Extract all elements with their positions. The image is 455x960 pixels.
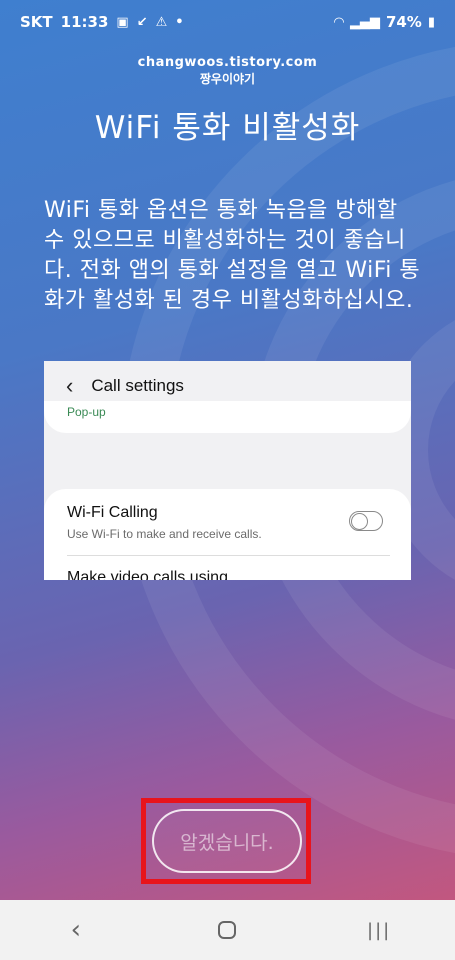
wifi-icon: ◠: [333, 14, 344, 30]
preview-wifi-calling-title: Wi-Fi Calling: [67, 504, 158, 521]
signal-icon: ▂▄▆: [349, 14, 380, 30]
nav-home-button[interactable]: [197, 910, 257, 950]
back-icon: ‹: [70, 915, 82, 945]
status-bar: SKT 11:33 ▣ ↙ ⚠ • ◠ ▂▄▆ 74% ▮: [0, 0, 455, 44]
missed-call-icon: ↙: [136, 14, 148, 30]
preview-popup-label: Pop-up: [67, 405, 106, 419]
battery-icon: ▮: [427, 14, 435, 30]
divider: [67, 555, 390, 556]
page-title: WiFi 통화 비활성화: [94, 110, 361, 146]
preview-wifi-calling-toggle: [349, 511, 383, 531]
call-settings-preview-image: ‹ Call settings Pop-up Wi-Fi Calling Use…: [44, 361, 411, 580]
navigation-bar: ‹ |||: [0, 900, 455, 960]
watermark-site: changwoos.tistory.com: [137, 55, 318, 70]
nav-back-button[interactable]: ‹: [46, 910, 106, 950]
nav-recent-button[interactable]: |||: [349, 910, 409, 950]
preview-next-item: Make video calls using: [67, 569, 228, 580]
preview-wifi-calling-subtitle: Use Wi-Fi to make and receive calls.: [67, 527, 262, 541]
clock: 11:33: [60, 13, 109, 31]
home-icon: [218, 921, 237, 939]
watermark-name: 짱우이야기: [199, 72, 256, 86]
ok-button[interactable]: 알겠습니다.: [152, 809, 302, 873]
back-arrow-icon: ‹: [66, 373, 74, 398]
description-text: WiFi 통화 옵션은 통화 녹음을 방해할 수 있으므로 비활성화하는 것이 …: [44, 198, 421, 313]
preview-header-title: Call settings: [91, 376, 184, 395]
warning-icon: ⚠: [155, 14, 168, 30]
dot-icon: •: [175, 14, 184, 30]
battery-level: 74%: [385, 13, 422, 31]
onboarding-screen: SKT 11:33 ▣ ↙ ⚠ • ◠ ▂▄▆ 74% ▮ changwoos.…: [0, 0, 455, 900]
image-icon: ▣: [116, 14, 129, 30]
recent-apps-icon: |||: [367, 919, 392, 941]
carrier-label: SKT: [20, 13, 53, 31]
